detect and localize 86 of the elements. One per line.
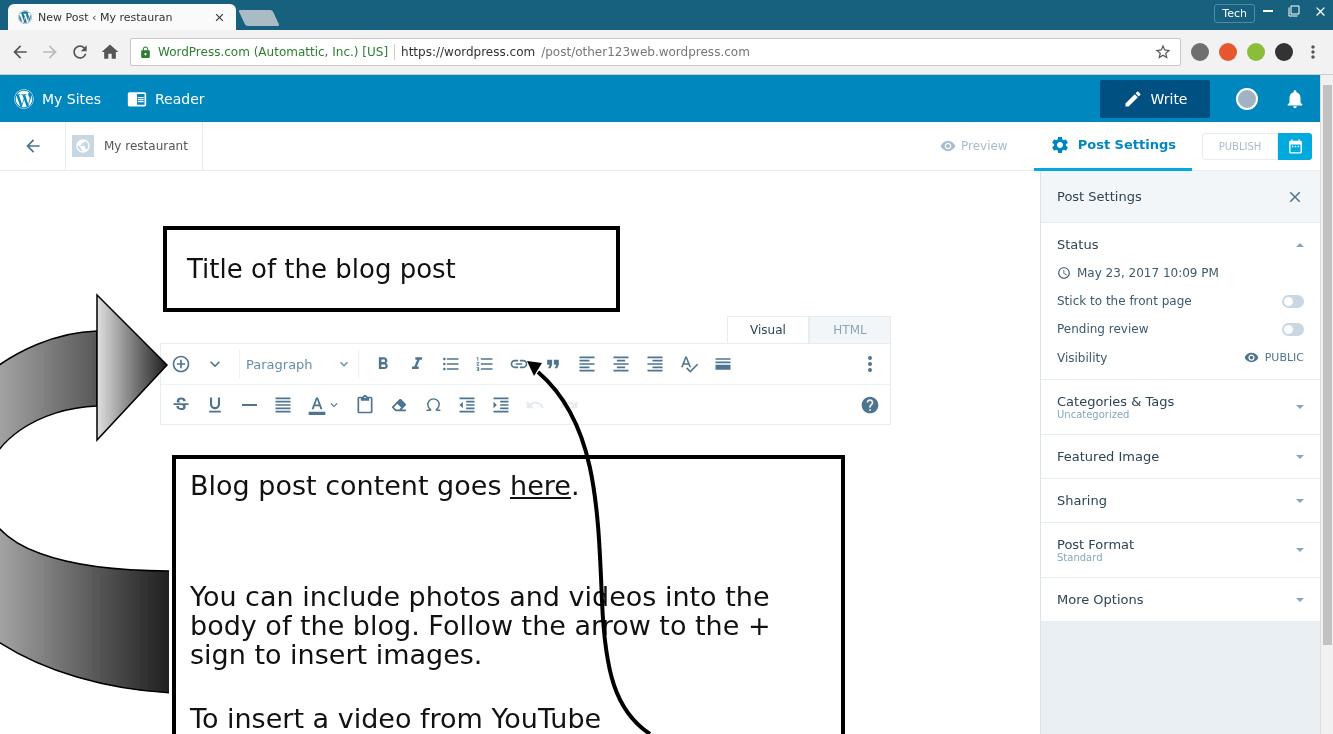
section-title: Post Format [1057,537,1135,552]
toggle-switch[interactable] [1282,294,1304,308]
paste-button[interactable] [355,394,375,415]
align-center-button[interactable] [611,354,631,374]
horizontal-line-icon [241,403,257,406]
section-title: Status [1057,237,1099,252]
omega-icon [424,396,442,413]
settings-section[interactable]: Categories & Tags Uncategorized [1041,380,1320,435]
align-left-button[interactable] [577,354,597,374]
section-title: Featured Image [1057,449,1160,464]
settings-section[interactable]: Sharing [1041,479,1320,523]
scrollbar-thumb[interactable] [1322,85,1332,645]
callout-text: To insert a video from YouTube [190,704,603,733]
callout-text: Blog post content goes here. [190,471,581,500]
tab-title: New Post ‹ My restauran [38,10,174,24]
settings-section[interactable]: More Options [1041,578,1320,622]
panda-extension-icon[interactable] [1275,43,1293,61]
masterbar-link[interactable]: Reader [127,88,205,109]
eye-icon [1243,350,1259,365]
section-title: Categories & Tags [1057,394,1175,409]
toggle-switch[interactable] [1282,322,1304,336]
paste-icon [355,394,375,415]
profile-button[interactable]: Tech [1214,4,1255,23]
schedule-button[interactable] [1278,132,1312,160]
w-logo-icon [14,88,34,109]
masterbar-link[interactable]: My Sites [14,88,101,109]
secure-label: WordPress.com (Automattic, Inc.) [US] [158,45,389,59]
restore-icon [1288,5,1300,17]
new-tab-button[interactable] [238,10,280,26]
settings-section[interactable]: Status May 23, 2017 10:09 PM Stick to the front page Pending review Visibility PUBLIC [1041,223,1320,380]
write-button[interactable]: Write [1100,79,1210,118]
expand-caret-icon [1296,405,1304,409]
section-title: Sharing [1057,493,1107,508]
duck-extension-icon[interactable] [1219,43,1237,61]
eraser-icon [392,397,406,412]
insert-plus-button[interactable] [171,354,191,374]
expand-caret-icon [1296,548,1304,552]
settings-icon [1049,134,1070,155]
align-right-button[interactable] [645,354,665,374]
expand-caret-icon [1296,454,1304,459]
sidebar-title: Post Settings [1057,189,1142,204]
reload-icon[interactable] [70,42,90,62]
format-dropdown[interactable]: Paragraph [239,350,359,378]
help-button[interactable] [860,394,880,415]
align-left-icon [577,354,597,374]
section-title: More Options [1057,592,1144,607]
calendar-icon [1286,137,1304,155]
globe-icon [72,135,94,157]
url-path: /post/other123web.wordpress.com [541,45,751,59]
star-icon[interactable] [1154,43,1172,61]
eye-icon [939,138,956,154]
clock-icon [1057,266,1071,280]
numbered-list-icon [475,354,495,374]
spellcheck-button[interactable] [679,354,699,374]
toggle-label: Stick to the front page [1057,294,1192,308]
post-date: May 23, 2017 10:09 PM [1077,266,1219,280]
address-bar[interactable]: WordPress.com (Automattic, Inc.) [US] https://wordpress.com /post/other123web.wordpress.com [130,38,1181,66]
site-button[interactable]: My restaurant [66,121,203,171]
minimize-icon [1263,10,1273,12]
url-host: https://wordpress.com [401,45,536,59]
here-link[interactable]: here [510,470,571,501]
more-vertical-icon [868,356,872,372]
section-subtitle: Standard [1057,552,1104,563]
settings-section[interactable]: Featured Image [1041,435,1320,479]
align-center-icon [611,354,631,374]
avatar[interactable] [1236,87,1258,110]
spellcheck-icon [679,354,699,374]
browser-tab[interactable]: New Post ‹ My restauran [8,4,236,30]
numbered-list-button[interactable] [475,354,495,374]
editor-mode-tab[interactable]: Visual [727,316,809,343]
help-icon [860,394,880,415]
section-subtitle: Uncategorized [1057,409,1131,420]
home-icon[interactable] [100,42,120,62]
callout-text: Title of the blog post [187,254,457,284]
w-logo-icon [18,10,32,24]
shield-extension-icon[interactable] [1191,43,1209,61]
expand-caret-icon [1296,498,1304,503]
expand-caret-icon [1296,597,1304,602]
toggle-label: Pending review [1057,322,1149,336]
settings-section[interactable]: Post Format Standard [1041,523,1320,578]
collapse-caret-icon [1296,242,1304,247]
align-right-icon [645,354,665,374]
visibility-value[interactable]: PUBLIC [1243,350,1304,365]
insert-plus-icon [171,354,191,374]
visibility-label: Visibility [1057,350,1108,365]
lock-icon [139,45,152,59]
